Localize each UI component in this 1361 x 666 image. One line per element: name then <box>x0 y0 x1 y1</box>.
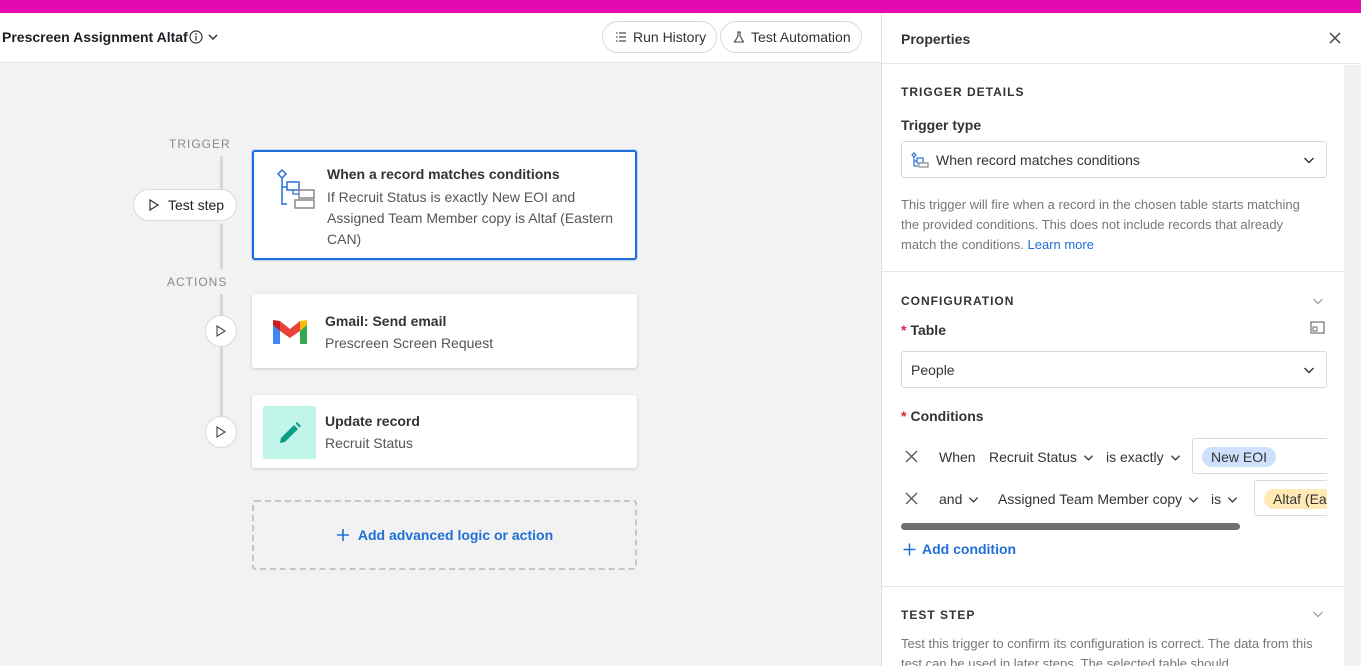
add-advanced-logic-button[interactable]: Add advanced logic or action <box>252 500 637 570</box>
trigger-card[interactable]: When a record matches conditions If Recr… <box>252 150 637 260</box>
chevron-down-icon <box>1228 496 1238 503</box>
panel-title: Properties <box>901 31 971 47</box>
trigger-card-title: When a record matches conditions <box>327 166 560 182</box>
gmail-card-description: Prescreen Screen Request <box>325 335 494 351</box>
actions-section-label: ACTIONS <box>167 275 228 289</box>
run-history-label: Run History <box>633 29 707 45</box>
table-value: People <box>911 361 955 378</box>
add-condition-button[interactable]: Add condition <box>903 541 1016 557</box>
test-action-play-button[interactable] <box>205 315 237 347</box>
flask-icon <box>733 31 745 43</box>
remove-condition-icon[interactable] <box>905 492 918 505</box>
chevron-down-icon <box>1170 454 1180 461</box>
condition-value-pill: Altaf (Eas <box>1264 489 1327 509</box>
configuration-section: CONFIGURATION * Table People * Conditions … <box>882 273 1344 587</box>
update-card-description: Recruit Status <box>325 435 413 451</box>
condition-operator-dropdown[interactable]: is <box>1211 491 1238 507</box>
test-automation-button[interactable]: Test Automation <box>720 21 862 53</box>
configuration-label: CONFIGURATION <box>901 294 1015 308</box>
condition-conjunction: When <box>939 449 976 465</box>
info-icon[interactable] <box>189 30 203 44</box>
table-label: * Table <box>901 322 946 338</box>
condition-row: When Recruit Status is exactly New EOI <box>901 438 1327 476</box>
automation-title[interactable]: Prescreen Assignment Altaf <box>2 29 188 45</box>
chevron-down-icon <box>1083 454 1094 461</box>
conditions-trigger-icon <box>911 152 929 168</box>
trigger-help-text: This trigger will fire when a record in … <box>901 195 1321 255</box>
condition-field-dropdown[interactable]: Assigned Team Member copy <box>998 491 1199 507</box>
run-history-button[interactable]: Run History <box>602 21 718 53</box>
remove-condition-icon[interactable] <box>905 450 918 463</box>
properties-panel: Properties TRIGGER DETAILS Trigger type … <box>881 13 1361 666</box>
automation-header: Prescreen Assignment Altaf Run History T… <box>0 13 881 63</box>
add-condition-label: Add condition <box>922 541 1017 557</box>
condition-row: and Assigned Team Member copy is Altaf (… <box>901 480 1327 518</box>
trigger-help-body: This trigger will fire when a record in … <box>901 197 1300 252</box>
panel-scrollbar[interactable] <box>1344 65 1361 666</box>
condition-operator-dropdown[interactable]: is exactly <box>1106 449 1181 465</box>
test-step-section: TEST STEP Test this trigger to confirm i… <box>882 588 1344 666</box>
condition-conjunction-dropdown[interactable]: and <box>939 491 979 507</box>
condition-field-dropdown[interactable]: Recruit Status <box>989 449 1094 465</box>
update-record-action-card[interactable]: Update record Recruit Status <box>252 395 637 468</box>
update-card-title: Update record <box>325 413 420 429</box>
close-icon[interactable] <box>1328 31 1342 45</box>
play-icon <box>149 199 160 211</box>
trigger-details-section: TRIGGER DETAILS Trigger type When record… <box>882 65 1344 272</box>
test-step-label: TEST STEP <box>901 608 976 622</box>
chevron-down-icon[interactable] <box>207 31 219 43</box>
learn-more-link[interactable]: Learn more <box>1027 237 1093 252</box>
add-advanced-logic-label: Add advanced logic or action <box>357 527 554 543</box>
test-action-play-button[interactable] <box>205 416 237 448</box>
chevron-down-icon <box>1189 496 1199 503</box>
connector-line <box>220 223 223 269</box>
workflow-canvas: TRIGGER ACTIONS Test step When a record … <box>0 63 881 666</box>
expand-table-icon[interactable] <box>1310 321 1325 334</box>
test-step-label: Test step <box>168 197 225 213</box>
test-automation-label: Test Automation <box>751 29 851 45</box>
connector-line <box>220 156 223 189</box>
conditions-horizontal-scrollbar[interactable] <box>901 523 1240 530</box>
plus-icon <box>336 529 349 541</box>
trigger-type-value: When record matches conditions <box>936 151 1140 168</box>
chevron-down-icon[interactable] <box>1312 608 1324 620</box>
test-step-button[interactable]: Test step <box>133 189 237 221</box>
conditions-trigger-icon <box>268 162 321 215</box>
trigger-card-description: If Recruit Status is exactly New EOI and… <box>327 189 614 247</box>
gmail-card-title: Gmail: Send email <box>325 313 447 329</box>
trigger-details-label: TRIGGER DETAILS <box>901 85 1025 99</box>
pencil-icon <box>263 406 316 459</box>
play-icon <box>216 426 227 438</box>
trigger-type-label: Trigger type <box>901 117 982 133</box>
table-select[interactable]: People <box>901 351 1327 388</box>
panel-header: Properties <box>882 13 1361 64</box>
chevron-down-icon[interactable] <box>1312 295 1324 307</box>
gmail-icon <box>263 305 316 358</box>
list-icon <box>616 32 626 42</box>
play-icon <box>216 325 227 337</box>
test-step-help-text: Test this trigger to confirm its configu… <box>901 636 1313 666</box>
condition-value-field[interactable]: Altaf (Eas <box>1254 480 1327 516</box>
condition-value-pill: New EOI <box>1202 447 1277 467</box>
plus-icon <box>903 543 916 555</box>
chevron-down-icon <box>1304 157 1314 164</box>
trigger-section-label: TRIGGER <box>169 137 231 151</box>
chevron-down-icon <box>969 496 979 503</box>
trigger-type-select[interactable]: When record matches conditions <box>901 141 1327 178</box>
top-accent-bar <box>0 0 1361 13</box>
gmail-action-card[interactable]: Gmail: Send email Prescreen Screen Reque… <box>252 294 637 368</box>
chevron-down-icon <box>1304 367 1314 374</box>
conditions-label: * Conditions <box>901 408 984 424</box>
condition-value-field[interactable]: New EOI <box>1192 438 1327 474</box>
